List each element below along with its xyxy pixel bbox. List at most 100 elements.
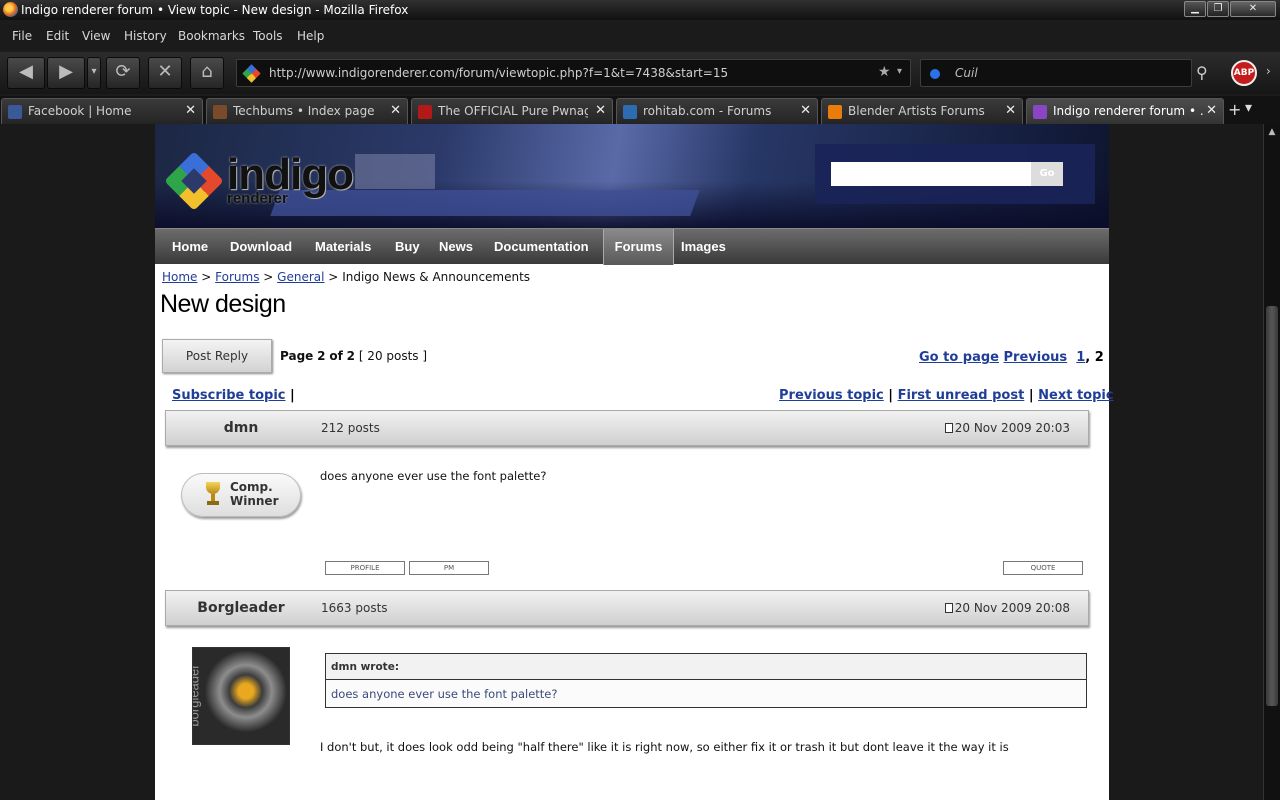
- page-label: Page: [280, 349, 314, 363]
- menu-bookmarks[interactable]: Bookmarks: [178, 29, 245, 43]
- indigo-logo-icon[interactable]: [164, 151, 224, 211]
- post-date-text: 20 Nov 2009 20:08: [954, 601, 1070, 615]
- close-tab-icon[interactable]: ✕: [1005, 103, 1016, 118]
- close-tab-icon[interactable]: ✕: [1206, 103, 1217, 118]
- nav-images[interactable]: Images: [681, 229, 726, 265]
- site-identity-icon[interactable]: [242, 64, 261, 83]
- toolbar-overflow-icon[interactable]: ›: [1266, 64, 1271, 78]
- avatar[interactable]: borgleader: [192, 647, 290, 745]
- scroll-up-icon[interactable]: ▲: [1264, 124, 1280, 140]
- url-text[interactable]: http://www.indigorenderer.com/forum/view…: [269, 66, 728, 80]
- back-button[interactable]: ◀: [7, 57, 45, 89]
- separator: |: [1028, 388, 1034, 403]
- post-author[interactable]: dmn: [166, 411, 316, 445]
- profile-button[interactable]: PROFILE: [325, 561, 405, 575]
- close-tab-icon[interactable]: ✕: [185, 103, 196, 118]
- menu-bar: File Edit View History Bookmarks Tools H…: [0, 24, 1280, 50]
- site-logo-subtext: renderer: [227, 190, 288, 207]
- forward-arrow-icon: ▶: [59, 61, 73, 82]
- close-tab-icon[interactable]: ✕: [390, 103, 401, 118]
- close-tab-icon[interactable]: ✕: [800, 103, 811, 118]
- tab-techbums[interactable]: Techbums • Index page ✕: [206, 98, 408, 124]
- url-dropdown-icon[interactable]: ▾: [897, 66, 902, 77]
- close-tab-icon[interactable]: ✕: [595, 103, 606, 118]
- post-content: I don't but, it does look odd being "hal…: [320, 740, 1009, 754]
- tab-bar: Facebook | Home ✕ Techbums • Index page …: [0, 96, 1280, 124]
- post-header: dmn 212 posts 20 Nov 2009 20:03: [165, 410, 1089, 446]
- previous-topic-link[interactable]: Previous topic: [779, 388, 884, 403]
- tab-blender-artists[interactable]: Blender Artists Forums ✕: [821, 98, 1023, 124]
- adblock-plus-button[interactable]: ABP: [1231, 60, 1257, 86]
- tab-indigo-renderer[interactable]: Indigo renderer forum • ... ✕: [1026, 98, 1224, 124]
- tab-facebook[interactable]: Facebook | Home ✕: [1, 98, 203, 124]
- address-bar[interactable]: http://www.indigorenderer.com/forum/view…: [236, 59, 911, 87]
- home-button[interactable]: ⌂: [190, 57, 224, 89]
- breadcrumb-home-link[interactable]: Home: [162, 270, 197, 284]
- breadcrumb-general-link[interactable]: General: [277, 270, 324, 284]
- nav-materials[interactable]: Materials: [315, 229, 371, 265]
- tab-pure-pwnage[interactable]: The OFFICIAL Pure Pwnag... ✕: [411, 98, 613, 124]
- vertical-scrollbar[interactable]: ▲: [1263, 124, 1280, 800]
- bookmark-star-icon[interactable]: ★: [878, 64, 891, 80]
- site-search-input[interactable]: [831, 162, 1031, 186]
- search-engine-icon[interactable]: [930, 69, 940, 79]
- post-link-icon[interactable]: [944, 423, 953, 433]
- nav-buy[interactable]: Buy: [395, 229, 420, 265]
- subscribe-topic-link[interactable]: Subscribe topic: [172, 388, 286, 403]
- navigation-toolbar: ◀ ▶ ▾ ⟳ ✕ ⌂ http://www.indigorenderer.co…: [0, 52, 1280, 94]
- firefox-icon: [3, 2, 18, 17]
- post-author[interactable]: Borgleader: [166, 591, 316, 625]
- reload-button[interactable]: ⟳: [106, 57, 140, 89]
- separator: |: [888, 388, 894, 403]
- new-tab-icon[interactable]: +: [1228, 100, 1241, 119]
- nav-forums[interactable]: Forums: [603, 229, 674, 265]
- site-search-go-button[interactable]: Go: [1031, 162, 1063, 186]
- tab-label: Indigo renderer forum • ...: [1053, 104, 1203, 118]
- minimize-button[interactable]: ▁: [1184, 1, 1206, 17]
- close-window-button[interactable]: ✕: [1230, 1, 1276, 17]
- nav-news[interactable]: News: [439, 229, 473, 265]
- menu-file[interactable]: File: [12, 29, 32, 43]
- forward-button[interactable]: ▶: [47, 57, 85, 89]
- tab-label: rohitab.com - Forums: [643, 104, 772, 118]
- post-header: Borgleader 1663 posts 20 Nov 2009 20:08: [165, 590, 1089, 626]
- tab-rohitab[interactable]: rohitab.com - Forums ✕: [616, 98, 818, 124]
- go-to-page-link[interactable]: Go to page: [919, 350, 999, 365]
- author-post-count: 212 posts: [321, 421, 380, 435]
- back-arrow-icon: ◀: [19, 61, 33, 82]
- tab-list-icon[interactable]: ▾: [1245, 100, 1252, 116]
- quote-button[interactable]: QUOTE: [1003, 561, 1083, 575]
- menu-help[interactable]: Help: [297, 29, 324, 43]
- page-of: of: [329, 349, 343, 363]
- menu-tools[interactable]: Tools: [253, 29, 283, 43]
- next-topic-link[interactable]: Next topic: [1038, 388, 1113, 403]
- previous-page-link[interactable]: Previous: [1004, 350, 1068, 365]
- menu-view[interactable]: View: [82, 29, 110, 43]
- nav-home[interactable]: Home: [172, 229, 208, 265]
- subscribe-bar: Subscribe topic |: [172, 388, 295, 403]
- menu-edit[interactable]: Edit: [46, 29, 69, 43]
- topic-navigation: Previous topic | First unread post | Nex…: [779, 388, 1114, 403]
- nav-documentation[interactable]: Documentation: [494, 229, 589, 265]
- nav-download[interactable]: Download: [230, 229, 292, 265]
- post-date: 20 Nov 2009 20:08: [944, 591, 1070, 625]
- first-unread-post-link[interactable]: First unread post: [898, 388, 1025, 403]
- tab-label: The OFFICIAL Pure Pwnag...: [438, 104, 588, 118]
- menu-history[interactable]: History: [124, 29, 167, 43]
- page-current: 2: [317, 349, 326, 363]
- search-icon[interactable]: ⚲: [1196, 63, 1208, 82]
- pm-button[interactable]: PM: [409, 561, 489, 575]
- breadcrumb-forums-link[interactable]: Forums: [215, 270, 259, 284]
- separator: |: [290, 388, 295, 403]
- search-box[interactable]: Cuil: [920, 59, 1192, 87]
- quote-author: dmn wrote:: [326, 654, 1086, 680]
- page-1-link[interactable]: 1: [1076, 350, 1085, 365]
- history-dropdown-button[interactable]: ▾: [87, 57, 101, 89]
- post-link-icon[interactable]: [944, 603, 953, 613]
- window-title: Indigo renderer forum • View topic - New…: [21, 3, 409, 17]
- rank-badge-text: Comp. Winner: [230, 480, 279, 508]
- scrollbar-thumb[interactable]: [1266, 306, 1278, 706]
- post-reply-button[interactable]: Post Reply: [162, 339, 272, 373]
- maximize-button[interactable]: ❐: [1207, 1, 1229, 17]
- stop-button[interactable]: ✕: [148, 57, 182, 89]
